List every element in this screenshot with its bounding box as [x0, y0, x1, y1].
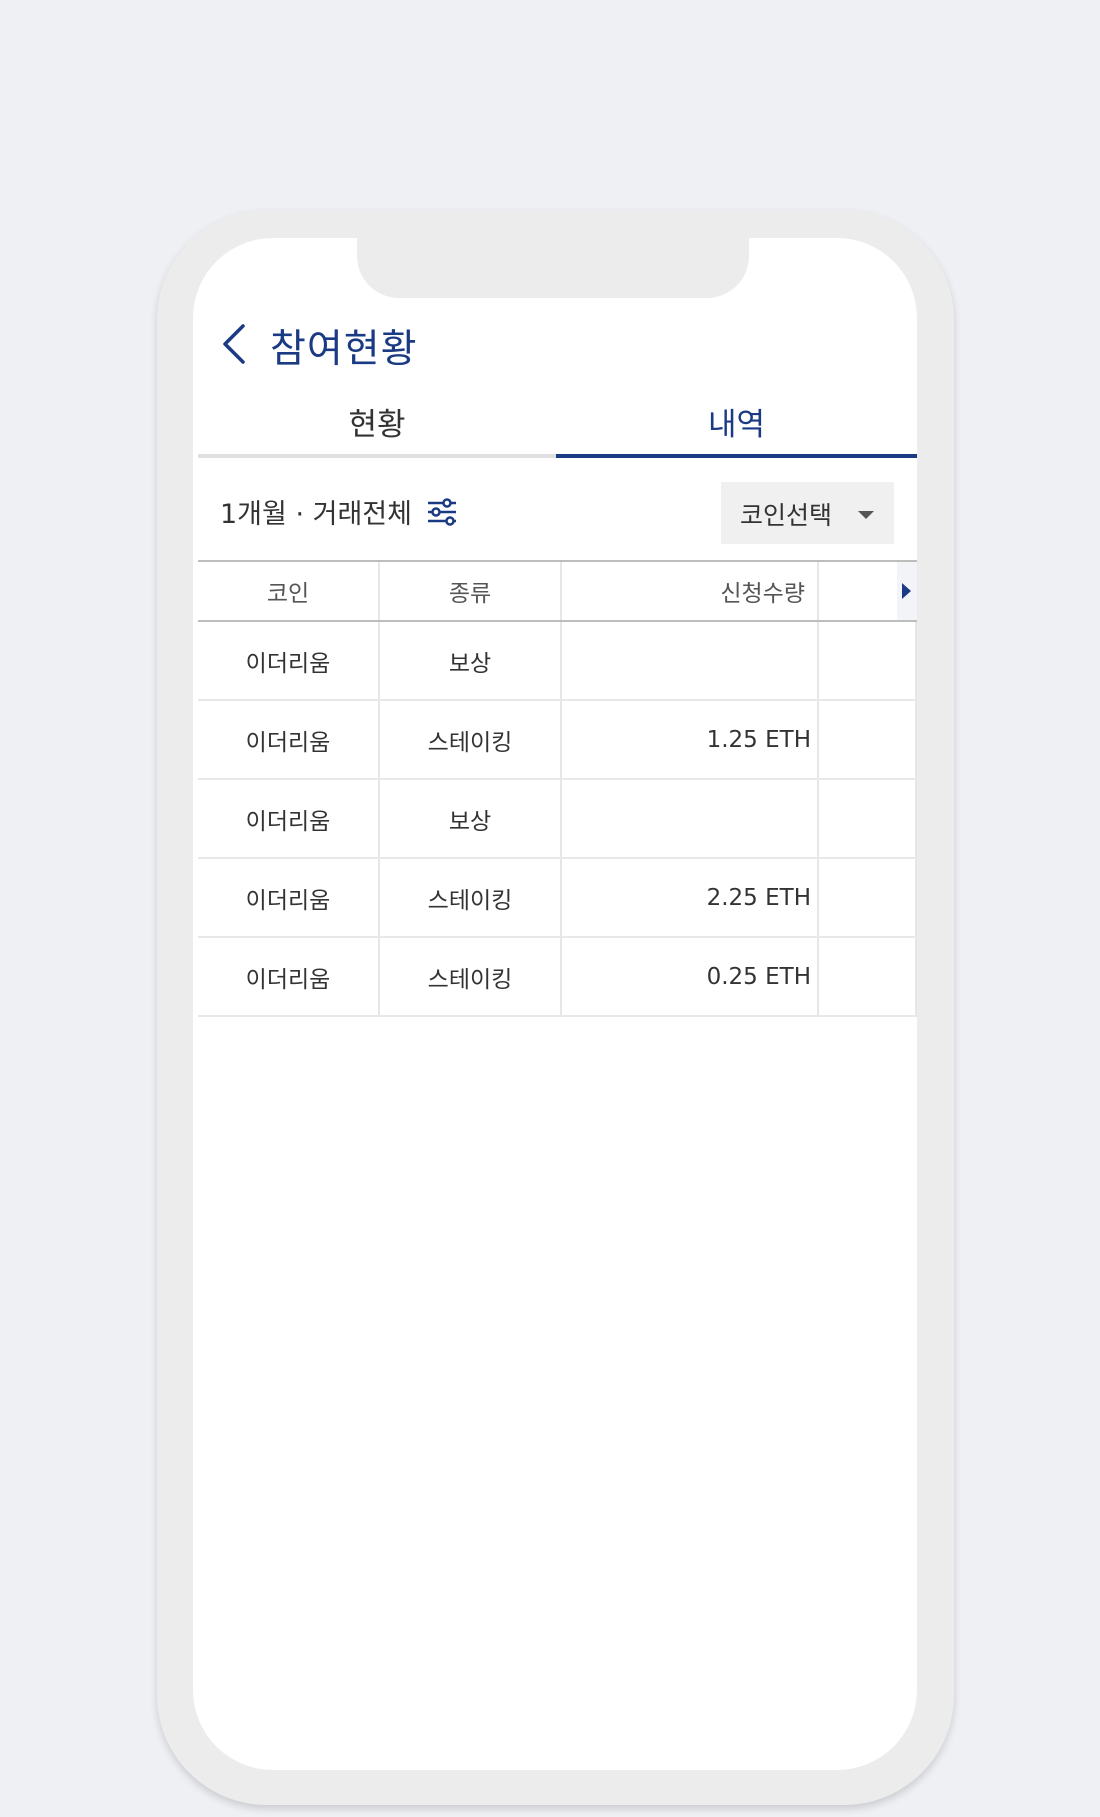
table-row: 이더리움 스테이킹 1.25 ETH	[198, 701, 917, 780]
cell-amount: 1.25 ETH	[562, 701, 819, 778]
cell-type: 보상	[380, 780, 562, 857]
tab-history[interactable]: 내역	[556, 388, 917, 458]
cell-coin: 이더리움	[198, 938, 380, 1015]
cell-extra	[819, 938, 917, 1015]
cell-extra	[819, 780, 917, 857]
caret-down-icon	[858, 511, 874, 519]
period-filter-button[interactable]: 1개월 · 거래전체	[220, 492, 458, 531]
table-row: 이더리움 스테이킹 2.25 ETH	[198, 859, 917, 938]
cell-coin: 이더리움	[198, 780, 380, 857]
back-button[interactable]	[219, 322, 249, 366]
chevron-left-icon	[223, 324, 245, 364]
cell-extra	[819, 859, 917, 936]
table-header: 코인 종류 신청수량	[198, 560, 917, 622]
cell-amount: 0.25 ETH	[562, 938, 819, 1015]
filter-bar: 1개월 · 거래전체 코인선택	[193, 478, 917, 544]
phone-screen: 참여현황 현황 내역 1개월 · 거래전체 코인선택 코인 종류 신청수량 이더…	[193, 238, 917, 1770]
coin-select-label: 코인선택	[740, 501, 833, 530]
page-title: 참여현황	[270, 327, 418, 372]
cell-extra	[819, 701, 917, 778]
cell-type: 스테이킹	[380, 859, 562, 936]
cell-amount	[562, 780, 819, 857]
column-header-coin: 코인	[198, 562, 380, 620]
phone-frame: 참여현황 현황 내역 1개월 · 거래전체 코인선택 코인 종류 신청수량 이더…	[157, 210, 954, 1805]
column-header-type: 종류	[380, 562, 562, 620]
cell-type: 스테이킹	[380, 938, 562, 1015]
cell-amount	[562, 622, 819, 699]
history-table: 코인 종류 신청수량 이더리움 보상 이더리움 스테이킹 1.25 ETH 이더…	[198, 560, 917, 1017]
cell-type: 스테이킹	[380, 701, 562, 778]
table-row: 이더리움 보상	[198, 780, 917, 859]
cell-coin: 이더리움	[198, 701, 380, 778]
header: 참여현황	[193, 308, 917, 378]
cell-extra	[819, 622, 917, 699]
scroll-right-button[interactable]	[897, 562, 917, 620]
sliders-icon	[427, 497, 456, 526]
filter-summary: 1개월 · 거래전체	[220, 499, 412, 530]
cell-coin: 이더리움	[198, 859, 380, 936]
caret-right-icon	[902, 583, 911, 599]
table-row: 이더리움 보상	[198, 622, 917, 701]
cell-type: 보상	[380, 622, 562, 699]
column-header-amount: 신청수량	[562, 562, 819, 620]
cell-coin: 이더리움	[198, 622, 380, 699]
coin-select-dropdown[interactable]: 코인선택	[721, 482, 894, 544]
tab-status[interactable]: 현황	[198, 388, 556, 458]
phone-notch	[357, 238, 749, 298]
tab-bar: 현황 내역	[198, 388, 917, 458]
cell-amount: 2.25 ETH	[562, 859, 819, 936]
table-row: 이더리움 스테이킹 0.25 ETH	[198, 938, 917, 1017]
